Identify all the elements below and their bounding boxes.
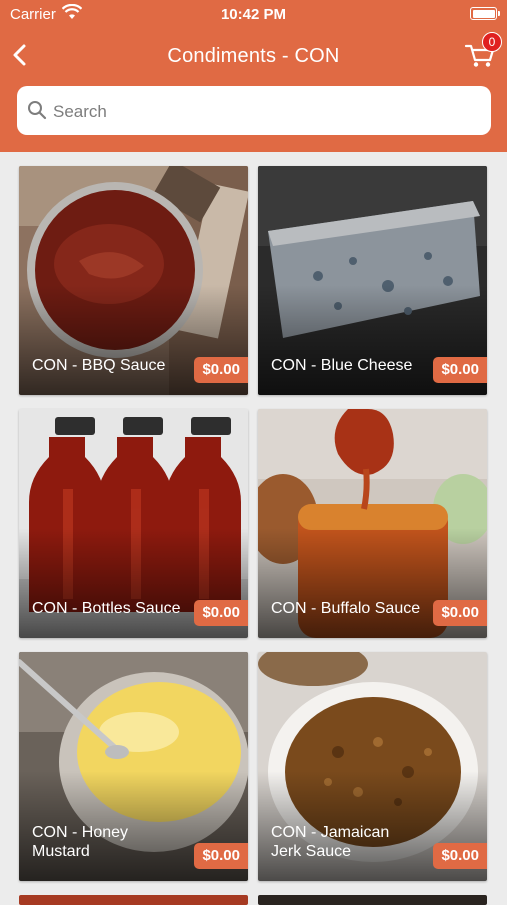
- search-icon: [28, 101, 47, 120]
- product-name: CON - Bottles Sauce: [32, 600, 181, 617]
- header-bar: Carrier 10:42 PM Condiments - CON 0 Sear…: [0, 0, 507, 152]
- price-badge: $0.00: [194, 600, 248, 626]
- battery-icon: [470, 7, 500, 20]
- clock: 10:42 PM: [220, 6, 287, 23]
- status-bar: Carrier 10:42 PM: [0, 0, 507, 30]
- product-name: CON - Buffalo Sauce: [271, 600, 421, 617]
- product-name: CON - Jamaican Jerk Sauce: [271, 824, 390, 860]
- cart-count-badge: 0: [482, 32, 502, 52]
- price-badge: $0.00: [194, 357, 248, 383]
- product-card[interactable]: CON - Buffalo Sauce $0.00: [258, 409, 487, 638]
- search-input[interactable]: Search: [17, 86, 491, 135]
- product-card[interactable]: CON - Honey Mustard $0.00: [19, 652, 248, 881]
- product-name: CON - Blue Cheese: [271, 357, 413, 374]
- price-badge: $0.00: [194, 843, 248, 869]
- product-name: CON - BBQ Sauce: [32, 357, 166, 374]
- price-badge: $0.00: [433, 600, 487, 626]
- navigation-bar: Condiments - CON 0: [0, 32, 507, 76]
- partial-product-image: [258, 895, 487, 905]
- product-card[interactable]: CON - Blue Cheese $0.00: [258, 166, 487, 395]
- product-name: CON - Honey Mustard: [32, 824, 129, 860]
- product-card[interactable]: CON - Jamaican Jerk Sauce $0.00: [258, 652, 487, 881]
- page-title: Condiments - CON: [167, 45, 340, 67]
- price-badge: $0.00: [433, 357, 487, 383]
- product-card-partial[interactable]: [19, 895, 248, 905]
- product-card[interactable]: CON - BBQ Sauce $0.00: [19, 166, 248, 395]
- product-card[interactable]: CON - Bottles Sauce $0.00: [19, 409, 248, 638]
- product-card-partial[interactable]: [258, 895, 487, 905]
- search-placeholder: Search: [53, 102, 107, 121]
- partial-product-image: [19, 895, 248, 905]
- price-badge: $0.00: [433, 843, 487, 869]
